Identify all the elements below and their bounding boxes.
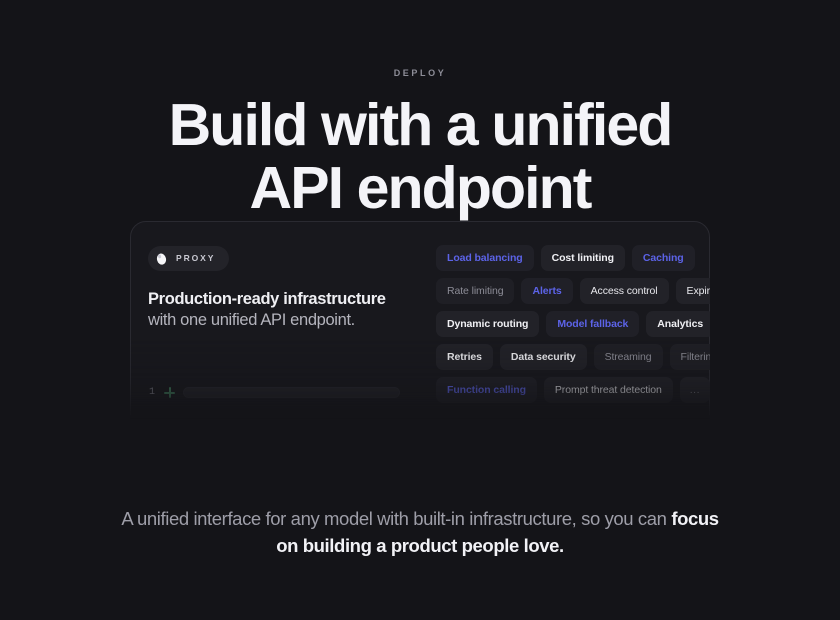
feature-chip[interactable]: Expiry xyxy=(675,278,710,304)
brand-name: PROXY xyxy=(176,253,216,264)
feature-chip[interactable]: Retries xyxy=(436,344,493,370)
hero-title-line-2: API endpoint xyxy=(249,155,592,221)
hero-eyebrow: DEPLOY xyxy=(393,68,447,78)
chip-row: RetriesData securityStreamingFiltering xyxy=(436,344,710,370)
feature-chip[interactable]: Access control xyxy=(579,278,669,304)
chip-row: Dynamic routing Model fallback Analytics xyxy=(436,311,710,337)
feature-chip[interactable]: Filtering xyxy=(669,344,710,370)
brand-pill: PROXY xyxy=(148,246,230,271)
feature-chip-grid: Load balancing Cost limiting Caching Rate l… xyxy=(436,245,710,403)
card-headline-line-1: Production-ready infrastructure xyxy=(148,290,386,308)
feature-chip[interactable]: Rate limiting xyxy=(436,278,515,304)
feature-chip[interactable]: Load balancing xyxy=(436,245,534,271)
card-headline: Production-ready infrastructure with one… xyxy=(148,289,398,331)
chip-row: Function calling Prompt threat detection.… xyxy=(436,377,710,403)
feature-chip[interactable]: Caching xyxy=(631,245,695,271)
card-headline-line-2: with one unified API endpoint. xyxy=(148,311,355,329)
plus-icon[interactable] xyxy=(164,387,175,398)
composer-row: 1 xyxy=(148,387,400,398)
feature-chip[interactable]: Cost limiting xyxy=(540,245,625,271)
chip-row: Rate limitingAlertsAccess controlExpiry xyxy=(436,278,710,304)
feature-chip[interactable]: Data security xyxy=(499,344,587,370)
feature-chip[interactable]: ... xyxy=(679,377,710,403)
feature-chip[interactable]: Prompt threat detection xyxy=(543,377,673,403)
product-card-container: PROXY Production-ready infrastructure wi… xyxy=(130,221,710,421)
feature-chip[interactable]: Analytics xyxy=(646,311,710,337)
footer-copy-dim: A unified interface for any model with b… xyxy=(121,508,672,529)
page-title: Build with a unified API endpoint xyxy=(168,92,674,221)
product-card: PROXY Production-ready infrastructure wi… xyxy=(130,221,710,421)
feature-chip[interactable]: Dynamic routing xyxy=(436,311,540,337)
feature-chip[interactable]: Model fallback xyxy=(546,311,640,337)
egg-logo-icon xyxy=(154,251,169,266)
hero-title-line-1: Build with a unified xyxy=(168,92,674,158)
composer-input[interactable] xyxy=(183,387,400,398)
page-root: DEPLOY Build with a unified API endpoint… xyxy=(0,0,840,620)
feature-chip[interactable]: Function calling xyxy=(436,377,537,403)
chip-row: Load balancing Cost limiting Caching xyxy=(436,245,695,271)
feature-chip[interactable]: Streaming xyxy=(593,344,663,370)
footer-copy: A unified interface for any model with b… xyxy=(0,505,840,559)
feature-chip[interactable]: Alerts xyxy=(521,278,573,304)
composer-count: 1 xyxy=(148,386,155,398)
